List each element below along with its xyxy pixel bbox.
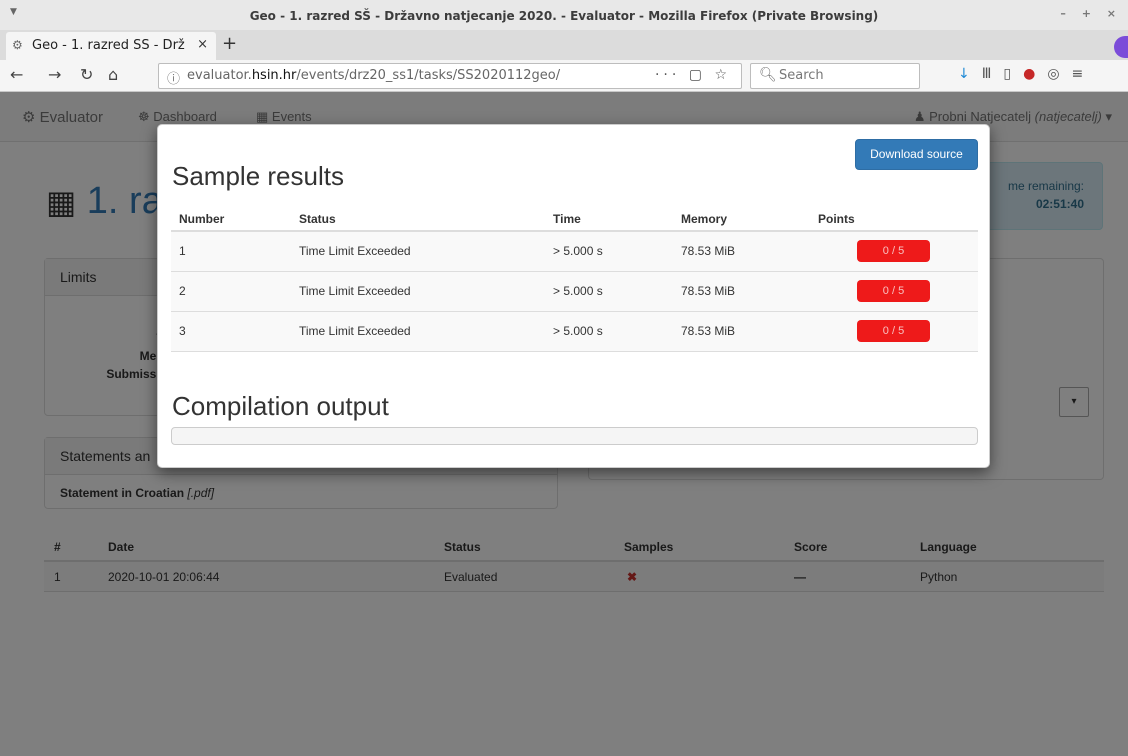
- cell-number: 3: [179, 324, 186, 338]
- cell-time: > 5.000 s: [553, 244, 603, 258]
- cell-memory: 78.53 MiB: [681, 324, 736, 338]
- tab-close-button[interactable]: ×: [197, 37, 208, 52]
- page-actions-icons[interactable]: ··· ▢ ☆: [655, 67, 731, 83]
- library-icon[interactable]: Ⅲ: [982, 66, 1004, 82]
- cell-number: 1: [179, 244, 186, 258]
- cell-time: > 5.000 s: [553, 324, 603, 338]
- search-placeholder: Search: [779, 68, 824, 83]
- url-bar[interactable]: ⓘ evaluator.hsin.hr/events/drz20_ss1/tas…: [158, 63, 742, 89]
- col-header-memory: Memory: [681, 212, 728, 226]
- forward-button[interactable]: →: [48, 65, 61, 84]
- ublock-icon[interactable]: ●: [1023, 66, 1047, 82]
- toolbar-icons: ↓Ⅲ▯●◎≡: [958, 66, 1095, 82]
- points-badge: 0 / 5: [857, 240, 930, 262]
- table-row: 2 Time Limit Exceeded > 5.000 s 78.53 Mi…: [171, 272, 978, 312]
- cell-time: > 5.000 s: [553, 284, 603, 298]
- navigation-toolbar: ← → ↻ ⌂ ⓘ evaluator.hsin.hr/events/drz20…: [0, 60, 1128, 92]
- results-header-row: Number Status Time Memory Points: [171, 200, 978, 232]
- cell-status: Time Limit Exceeded: [299, 284, 411, 298]
- reload-button[interactable]: ↻: [80, 65, 93, 84]
- tab-bar: ⚙ Geo - 1. razred SŠ - Drž × +: [0, 30, 1128, 60]
- cell-status: Time Limit Exceeded: [299, 324, 411, 338]
- sample-results-modal: Sample results Download source Number St…: [157, 124, 990, 468]
- col-header-number: Number: [179, 212, 225, 226]
- modal-title: Sample results: [172, 161, 344, 191]
- cell-number: 2: [179, 284, 186, 298]
- cell-memory: 78.53 MiB: [681, 244, 736, 258]
- tab-title: Geo - 1. razred SŠ - Drž: [32, 38, 185, 53]
- col-header-time: Time: [553, 212, 581, 226]
- table-row: 1 Time Limit Exceeded > 5.000 s 78.53 Mi…: [171, 232, 978, 272]
- search-input[interactable]: 🔍︎ Search: [750, 63, 920, 89]
- new-tab-button[interactable]: +: [222, 33, 237, 54]
- gears-favicon-icon: ⚙: [12, 38, 23, 52]
- sidebar-icon[interactable]: ▯: [1003, 66, 1023, 82]
- compilation-output-box: [171, 427, 978, 445]
- browser-tab[interactable]: ⚙ Geo - 1. razred SŠ - Drž ×: [6, 32, 216, 60]
- points-badge: 0 / 5: [857, 280, 930, 302]
- downloads-icon[interactable]: ↓: [958, 66, 982, 82]
- url-text: evaluator.hsin.hr/events/drz20_ss1/tasks…: [187, 68, 561, 83]
- search-icon: 🔍︎: [759, 67, 777, 83]
- compilation-output-title: Compilation output: [172, 391, 389, 421]
- cell-memory: 78.53 MiB: [681, 284, 736, 298]
- cell-status: Time Limit Exceeded: [299, 244, 411, 258]
- window-controls[interactable]: – + ×: [1060, 7, 1122, 20]
- back-button[interactable]: ←: [10, 65, 23, 84]
- extension-icon[interactable]: ◎: [1047, 66, 1071, 82]
- home-button[interactable]: ⌂: [108, 65, 118, 84]
- menu-icon[interactable]: ≡: [1072, 66, 1096, 82]
- sample-results-table: Number Status Time Memory Points 1 Time …: [171, 200, 978, 352]
- window-title: Geo - 1. razred SŠ - Državno natjecanje …: [249, 9, 879, 23]
- points-badge: 0 / 5: [857, 320, 930, 342]
- col-header-status: Status: [299, 212, 336, 226]
- window-titlebar: ▼ Geo - 1. razred SŠ - Državno natjecanj…: [0, 0, 1128, 30]
- table-row: 3 Time Limit Exceeded > 5.000 s 78.53 Mi…: [171, 312, 978, 352]
- download-source-button[interactable]: Download source: [855, 139, 978, 170]
- private-browsing-icon: [1114, 36, 1128, 58]
- col-header-points: Points: [818, 212, 855, 226]
- site-info-icon[interactable]: ⓘ: [167, 68, 180, 87]
